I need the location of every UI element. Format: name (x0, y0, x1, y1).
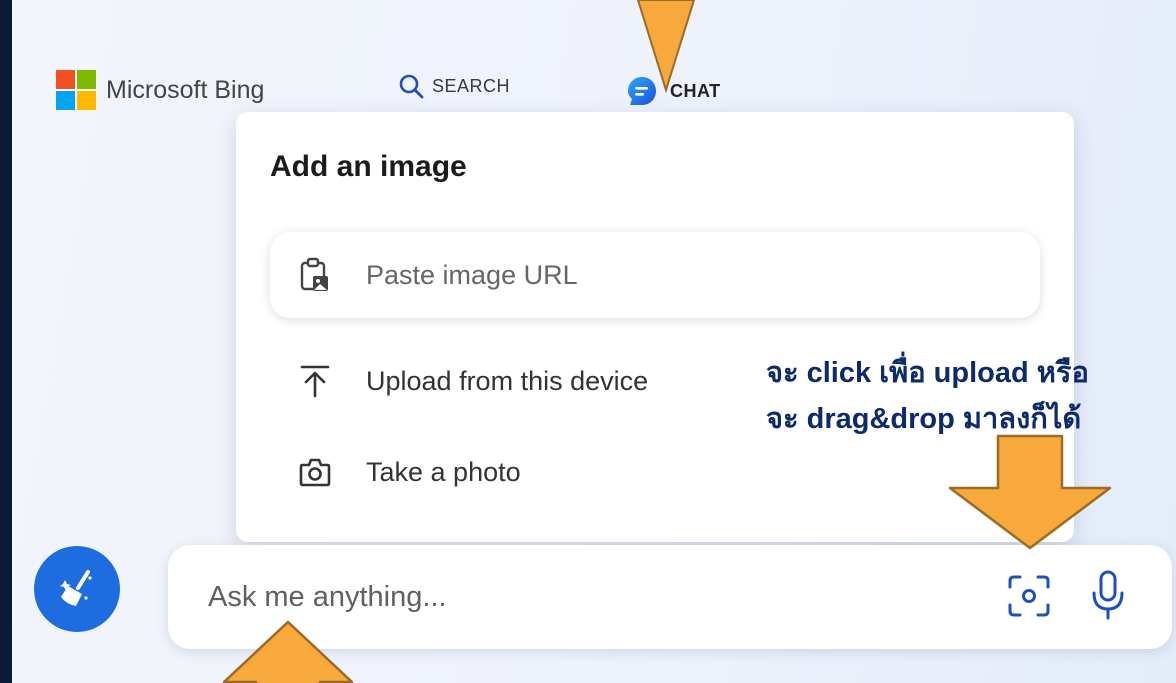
paste-image-url-input[interactable]: Paste image URL (270, 232, 1040, 318)
paste-image-url-placeholder: Paste image URL (366, 259, 578, 290)
annotation-arrow-chat (636, 0, 696, 94)
popover-title: Add an image (270, 150, 467, 183)
upload-from-device-label: Upload from this device (366, 365, 649, 396)
annotation-arrow-visual-search (948, 434, 1112, 550)
take-photo-label: Take a photo (366, 456, 521, 487)
microphone-icon[interactable] (1088, 569, 1128, 621)
chat-composer (12, 540, 1176, 683)
annotation-text: จะ click เพื่อ upload หรือ จะ drag&drop … (766, 350, 1176, 442)
upload-icon (300, 365, 330, 398)
paste-image-icon (300, 257, 328, 291)
take-photo-option[interactable]: Take a photo (270, 455, 521, 489)
brand-name: Microsoft Bing (106, 75, 265, 104)
chat-input[interactable] (206, 575, 910, 619)
bing-chat-screen: Microsoft Bing SEARCH CHAT Add an image … (12, 0, 1176, 683)
microsoft-logo-icon (56, 70, 96, 110)
camera-icon (299, 458, 331, 487)
broom-icon (60, 570, 92, 606)
annotation-arrow-chat-input (222, 620, 354, 683)
search-icon (399, 74, 424, 99)
microsoft-bing-logo[interactable]: Microsoft Bing (56, 70, 264, 110)
annotation-line-1: จะ click เพื่อ upload หรือ (766, 357, 1089, 389)
new-topic-button[interactable] (34, 546, 120, 632)
tab-search[interactable]: SEARCH (398, 73, 510, 99)
upload-from-device-option[interactable]: Upload from this device (270, 364, 648, 398)
tab-search-label: SEARCH (432, 75, 511, 96)
visual-search-icon[interactable] (1006, 573, 1052, 619)
